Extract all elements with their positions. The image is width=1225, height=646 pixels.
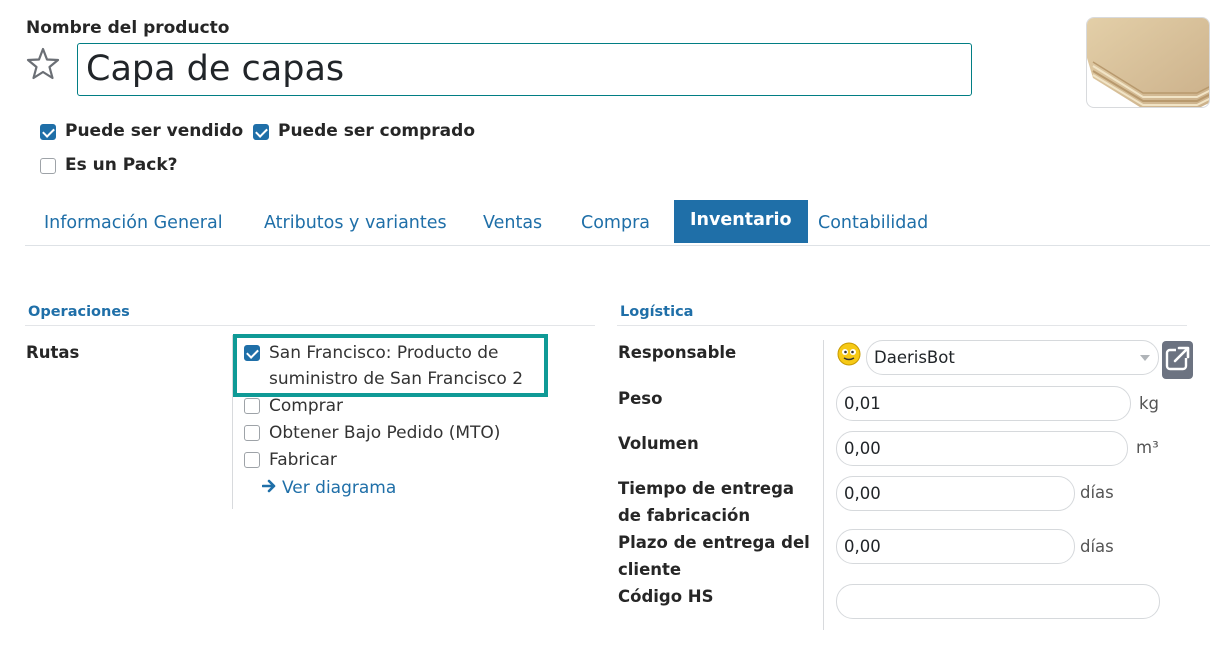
hs-code-input[interactable] bbox=[836, 584, 1160, 619]
view-diagram-link[interactable]: Ver diagrama bbox=[261, 475, 397, 501]
route-highlight bbox=[233, 334, 548, 397]
weight-input[interactable]: 0,01 bbox=[836, 386, 1131, 421]
logistics-divider bbox=[617, 325, 1187, 326]
product-name-input[interactable]: Capa de capas bbox=[77, 43, 972, 96]
tab-attributes-variants[interactable]: Atributos y variantes bbox=[264, 202, 447, 244]
arrow-right-icon bbox=[261, 478, 278, 498]
tab-accounting[interactable]: Contabilidad bbox=[818, 202, 928, 244]
weight-unit: kg bbox=[1139, 394, 1160, 413]
weight-label: Peso bbox=[618, 389, 663, 408]
responsible-value: DaerisBot bbox=[874, 348, 955, 367]
route-buy-label: Comprar bbox=[269, 396, 344, 416]
mfg-lead-label-line1: Tiempo de entrega bbox=[618, 479, 795, 498]
caret-down-icon[interactable] bbox=[1140, 355, 1150, 361]
mfg-lead-input[interactable]: 0,00 bbox=[836, 476, 1075, 511]
logistics-title: Logística bbox=[620, 304, 694, 320]
volume-unit: m³ bbox=[1136, 438, 1159, 457]
customer-lead-label-line2: cliente bbox=[618, 560, 682, 579]
tab-inventory[interactable]: Inventario bbox=[674, 200, 808, 243]
can-be-sold-label: Puede ser vendido bbox=[65, 121, 244, 141]
responsible-label: Responsable bbox=[618, 343, 737, 362]
responsible-select[interactable]: DaerisBot bbox=[866, 340, 1159, 375]
tab-purchase[interactable]: Compra bbox=[581, 202, 650, 244]
can-be-purchased-checkbox[interactable] bbox=[253, 124, 269, 140]
tabs-divider bbox=[25, 245, 1210, 246]
is-pack-label: Es un Pack? bbox=[65, 155, 178, 175]
routes-label: Rutas bbox=[26, 343, 80, 362]
product-name-label: Nombre del producto bbox=[26, 18, 230, 38]
volume-input[interactable]: 0,00 bbox=[836, 431, 1128, 466]
bot-avatar-icon bbox=[836, 341, 862, 367]
external-link-icon[interactable] bbox=[1162, 341, 1193, 379]
tab-sales[interactable]: Ventas bbox=[483, 202, 542, 244]
tab-general-info[interactable]: Información General bbox=[44, 202, 223, 244]
operations-title: Operaciones bbox=[28, 304, 130, 320]
operations-divider bbox=[25, 325, 595, 326]
customer-lead-unit: días bbox=[1080, 537, 1114, 556]
is-pack-checkbox[interactable] bbox=[40, 158, 56, 174]
customer-lead-label-line1: Plazo de entrega del bbox=[618, 533, 810, 552]
star-icon[interactable] bbox=[26, 46, 62, 82]
route-mto-checkbox[interactable] bbox=[244, 425, 260, 441]
hs-code-label: Código HS bbox=[618, 587, 714, 606]
route-buy-checkbox[interactable] bbox=[244, 398, 260, 414]
volume-label: Volumen bbox=[618, 434, 699, 453]
route-mto-label: Obtener Bajo Pedido (MTO) bbox=[269, 423, 501, 443]
route-manufacture-label: Fabricar bbox=[269, 450, 337, 470]
logistics-separator bbox=[823, 340, 824, 630]
route-manufacture-checkbox[interactable] bbox=[244, 452, 260, 468]
product-image[interactable] bbox=[1086, 17, 1210, 108]
view-diagram-label: Ver diagrama bbox=[282, 478, 397, 498]
can-be-sold-checkbox[interactable] bbox=[40, 124, 56, 140]
customer-lead-input[interactable]: 0,00 bbox=[836, 529, 1075, 564]
mfg-lead-unit: días bbox=[1080, 483, 1114, 502]
can-be-purchased-label: Puede ser comprado bbox=[278, 121, 476, 141]
mfg-lead-label-line2: de fabricación bbox=[618, 506, 751, 525]
